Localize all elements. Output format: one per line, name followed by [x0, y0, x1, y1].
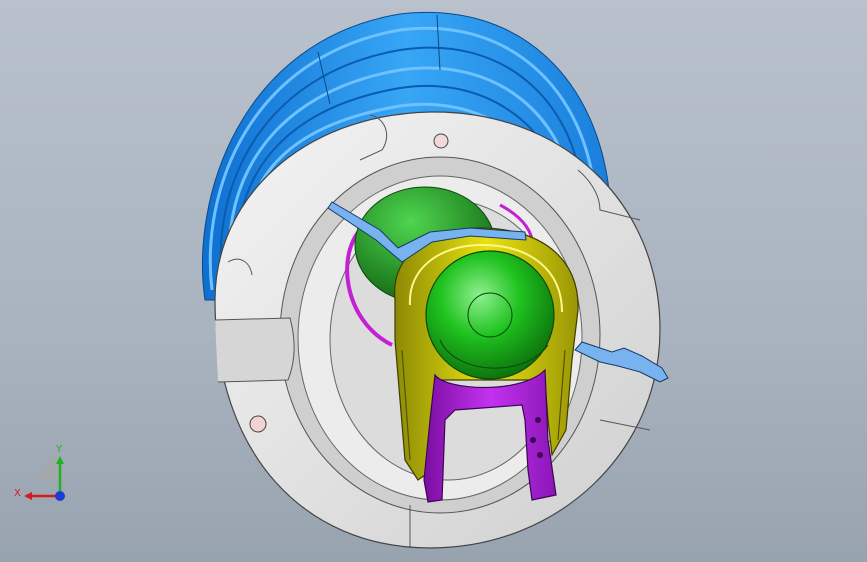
orientation-triad: X Y [14, 444, 65, 501]
z-axis-dot [55, 491, 65, 501]
cad-model[interactable] [0, 0, 867, 562]
graphics-viewport[interactable]: X Y [0, 0, 867, 562]
ball-joint[interactable] [425, 250, 555, 380]
y-axis-label: Y [55, 444, 63, 455]
x-axis-label: X [14, 488, 21, 499]
